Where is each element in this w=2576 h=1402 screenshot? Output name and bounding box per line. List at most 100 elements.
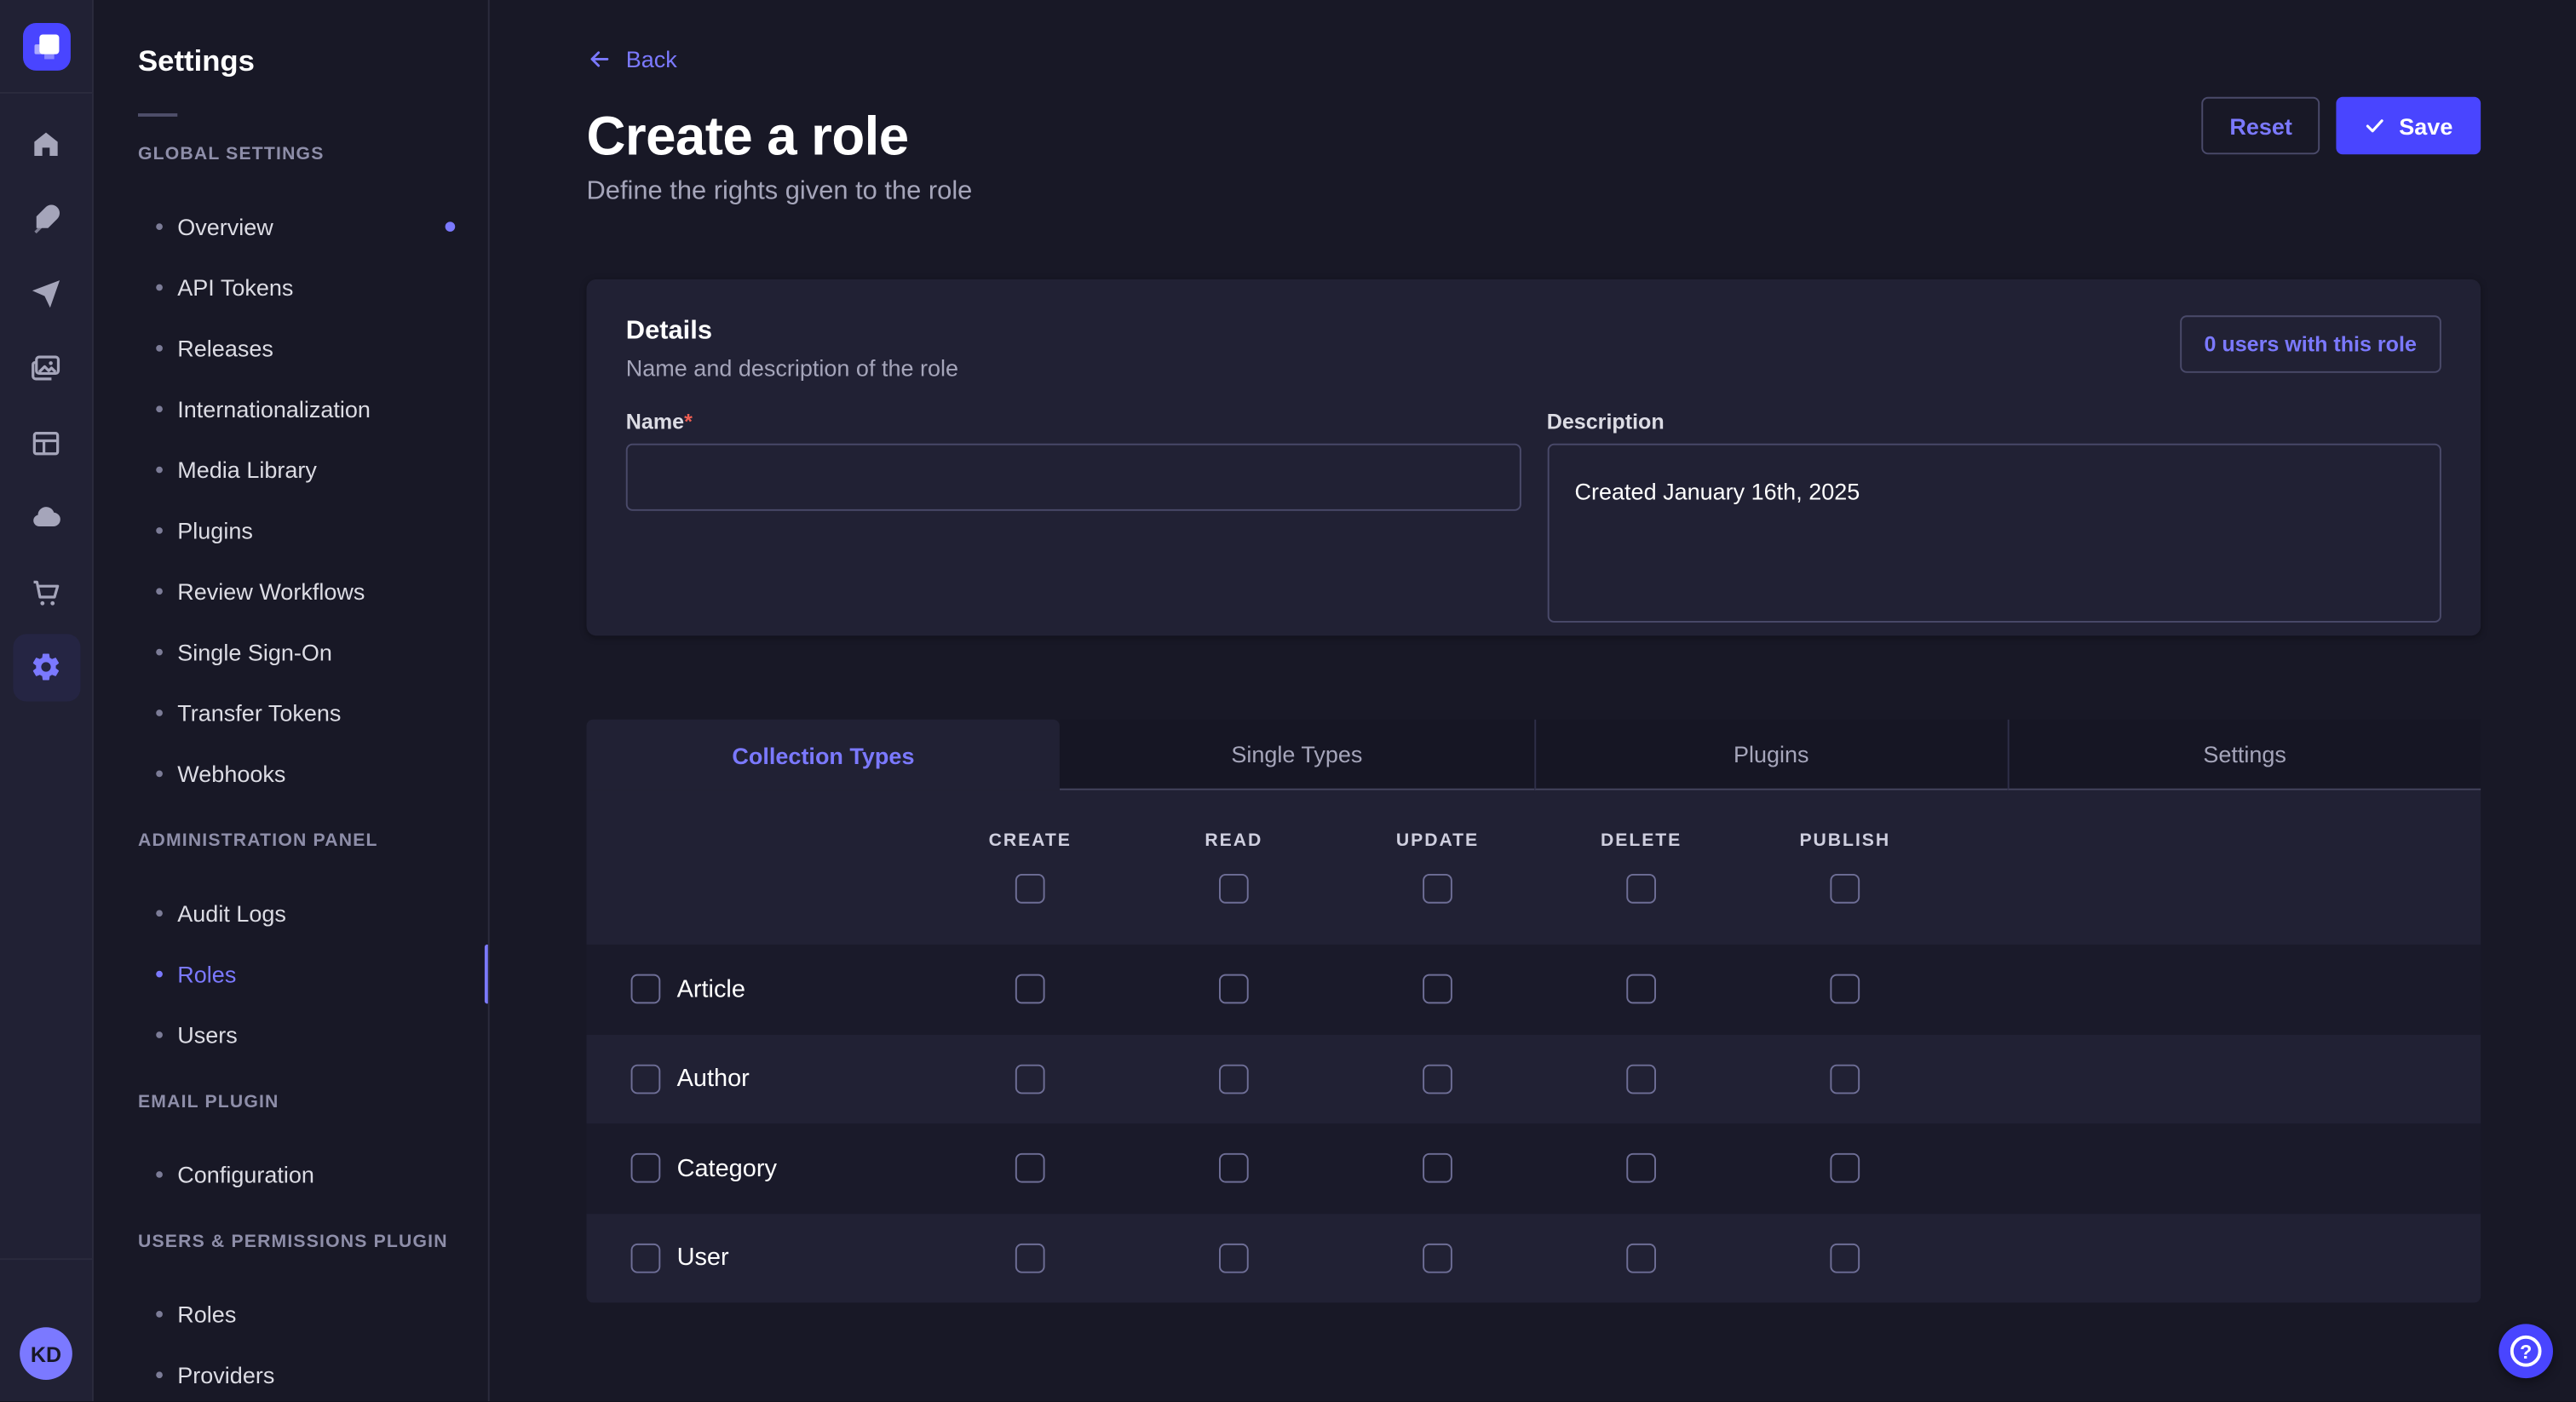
- sidebar-item-overview[interactable]: Overview: [138, 195, 488, 256]
- tab-settings[interactable]: Settings: [2007, 720, 2481, 790]
- sidebar-item-transfer-tokens[interactable]: Transfer Tokens: [138, 681, 488, 742]
- column-header-update: UPDATE: [1336, 831, 1539, 851]
- sidebar-item-roles-admin[interactable]: Roles: [138, 943, 488, 1003]
- bullet-icon: [156, 709, 163, 715]
- sidebar-item-audit-logs[interactable]: Audit Logs: [138, 882, 488, 943]
- row-label: User: [677, 1244, 729, 1272]
- user-update-checkbox[interactable]: [1423, 1243, 1452, 1273]
- cloud-icon[interactable]: [12, 484, 79, 551]
- permissions-table: CREATE READ UPDATE DELETE PUBLISH: [587, 790, 2481, 1303]
- sidebar-item-providers[interactable]: Providers: [138, 1344, 488, 1402]
- article-read-checkbox[interactable]: [1219, 974, 1249, 1004]
- sidebar-item-label: Roles: [177, 960, 236, 986]
- category-delete-checkbox[interactable]: [1626, 1153, 1656, 1183]
- save-button[interactable]: Save: [2337, 97, 2481, 155]
- sidebar-item-label: Audit Logs: [177, 899, 286, 926]
- sidebar-item-media-library[interactable]: Media Library: [138, 439, 488, 499]
- home-icon[interactable]: [12, 110, 79, 177]
- sidebar-item-label: Webhooks: [177, 760, 285, 786]
- category-update-checkbox[interactable]: [1423, 1153, 1452, 1183]
- sidebar-item-label: Single Sign-On: [177, 638, 332, 664]
- page-subtitle: Define the rights given to the role: [587, 179, 2481, 205]
- divider: [0, 1258, 94, 1260]
- sidebar-item-configuration[interactable]: Configuration: [138, 1143, 488, 1204]
- main-nav-icons: [12, 110, 79, 700]
- users-with-role-button[interactable]: 0 users with this role: [2180, 315, 2441, 373]
- sidebar-item-internationalization[interactable]: Internationalization: [138, 378, 488, 439]
- sidebar-item-plugins[interactable]: Plugins: [138, 499, 488, 560]
- bullet-icon: [156, 1031, 163, 1037]
- administration-panel-list: Audit Logs Roles Users: [138, 882, 488, 1065]
- author-publish-checkbox[interactable]: [1830, 1064, 1860, 1094]
- author-create-checkbox[interactable]: [1015, 1064, 1045, 1094]
- article-update-checkbox[interactable]: [1423, 974, 1452, 1004]
- select-all-row: [587, 874, 2481, 904]
- row-label: Author: [677, 1065, 750, 1093]
- email-plugin-list: Configuration: [138, 1143, 488, 1204]
- select-all-update-checkbox[interactable]: [1423, 874, 1452, 904]
- user-select-checkbox[interactable]: [631, 1243, 661, 1273]
- gear-icon[interactable]: [12, 633, 79, 700]
- select-all-delete-checkbox[interactable]: [1626, 874, 1656, 904]
- user-avatar[interactable]: KD: [20, 1327, 72, 1380]
- sidebar-item-label: Transfer Tokens: [177, 699, 341, 726]
- details-card: Details Name and description of the role…: [587, 279, 2481, 636]
- category-read-checkbox[interactable]: [1219, 1153, 1249, 1183]
- description-textarea[interactable]: Created January 16th, 2025: [1547, 444, 2441, 623]
- cart-icon[interactable]: [12, 559, 79, 626]
- author-update-checkbox[interactable]: [1423, 1064, 1452, 1094]
- sidebar-item-label: API Tokens: [177, 273, 293, 300]
- users-permissions-list: Roles Providers: [138, 1283, 488, 1401]
- category-create-checkbox[interactable]: [1015, 1153, 1045, 1183]
- sidebar-item-single-sign-on[interactable]: Single Sign-On: [138, 621, 488, 681]
- bullet-icon: [156, 466, 163, 473]
- required-mark: *: [684, 409, 693, 434]
- category-select-checkbox[interactable]: [631, 1153, 661, 1183]
- paper-plane-icon[interactable]: [12, 260, 79, 327]
- select-all-publish-checkbox[interactable]: [1830, 874, 1860, 904]
- sidebar-item-api-tokens[interactable]: API Tokens: [138, 256, 488, 317]
- help-button[interactable]: ?: [2498, 1324, 2553, 1378]
- header-actions: Reset Save: [2202, 97, 2481, 155]
- sidebar-item-webhooks[interactable]: Webhooks: [138, 743, 488, 803]
- article-publish-checkbox[interactable]: [1830, 974, 1860, 1004]
- sidebar-item-users[interactable]: Users: [138, 1003, 488, 1064]
- user-read-checkbox[interactable]: [1219, 1243, 1249, 1273]
- feather-icon[interactable]: [12, 185, 79, 252]
- divider: [0, 92, 93, 94]
- user-create-checkbox[interactable]: [1015, 1243, 1045, 1273]
- tab-collection-types[interactable]: Collection Types: [587, 720, 1061, 790]
- layout-icon[interactable]: [12, 409, 79, 476]
- tab-single-types[interactable]: Single Types: [1060, 720, 1533, 790]
- select-all-create-checkbox[interactable]: [1015, 874, 1045, 904]
- article-create-checkbox[interactable]: [1015, 974, 1045, 1004]
- author-read-checkbox[interactable]: [1219, 1064, 1249, 1094]
- category-publish-checkbox[interactable]: [1830, 1153, 1860, 1183]
- author-delete-checkbox[interactable]: [1626, 1064, 1656, 1094]
- section-heading-users-permissions-plugin: USERS & PERMISSIONS PLUGIN: [138, 1232, 488, 1253]
- save-label: Save: [2399, 112, 2452, 139]
- user-delete-checkbox[interactable]: [1626, 1243, 1656, 1273]
- table-row-category: Category: [587, 1123, 2481, 1213]
- sidebar-item-roles-up[interactable]: Roles: [138, 1283, 488, 1343]
- name-label-text: Name: [626, 409, 684, 434]
- user-publish-checkbox[interactable]: [1830, 1243, 1860, 1273]
- strapi-logo-icon[interactable]: [22, 23, 70, 71]
- section-heading-global-settings: GLOBAL SETTINGS: [138, 145, 488, 166]
- back-link[interactable]: Back: [587, 46, 677, 72]
- sidebar-item-label: Users: [177, 1021, 238, 1048]
- images-icon[interactable]: [12, 334, 79, 401]
- column-header-delete: DELETE: [1539, 831, 1743, 851]
- tab-plugins[interactable]: Plugins: [1533, 720, 2007, 790]
- sidebar-item-review-workflows[interactable]: Review Workflows: [138, 560, 488, 621]
- sidebar-item-releases[interactable]: Releases: [138, 317, 488, 377]
- select-all-read-checkbox[interactable]: [1219, 874, 1249, 904]
- name-field-group: Name*: [626, 409, 1521, 630]
- article-select-checkbox[interactable]: [631, 974, 661, 1004]
- permissions-table-header: CREATE READ UPDATE DELETE PUBLISH: [587, 790, 2481, 945]
- author-select-checkbox[interactable]: [631, 1064, 661, 1094]
- name-input[interactable]: [626, 444, 1521, 511]
- article-delete-checkbox[interactable]: [1626, 974, 1656, 1004]
- reset-button[interactable]: Reset: [2202, 97, 2320, 155]
- section-heading-email-plugin: EMAIL PLUGIN: [138, 1093, 488, 1114]
